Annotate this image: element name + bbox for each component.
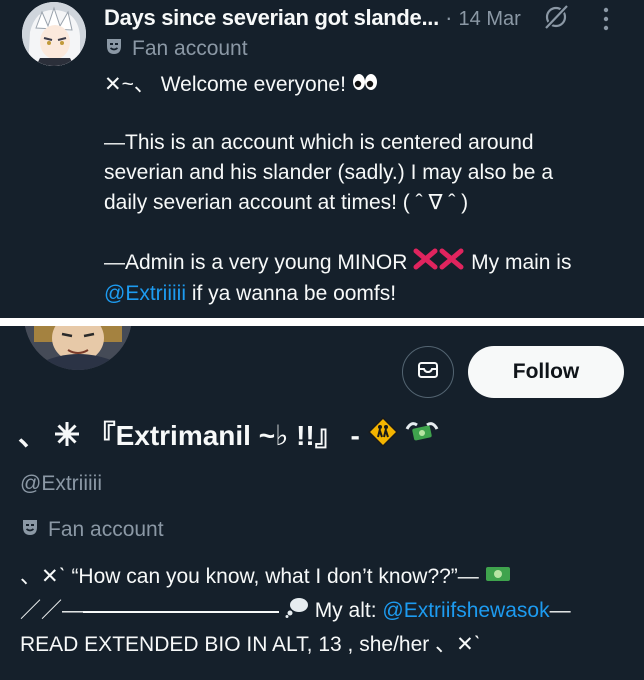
fan-account-post: Days since severian got slande... · 14 M… [0,0,644,318]
bio-rule [83,610,279,613]
admin-minor-text: —Admin is a very young MINOR [104,251,408,275]
alt-account-mention[interactable]: @Extriifshewasok [382,599,549,622]
paragraph-1-line-2: severian and his slander (sadly.) I may … [104,161,553,184]
paragraph-2-line-2: @Extriiiii if ya wanna be oomfs! [104,279,614,309]
welcome-text: Welcome everyone! [160,73,346,96]
fan-account-text: Fan account [132,37,248,60]
children-crossing-emoji [367,417,398,458]
more-vertical-icon[interactable] [600,6,612,32]
post-author-avatar[interactable] [22,2,86,66]
envelope-icon [416,358,440,387]
profile-display-name: 、 『Extrimanil ~♭ !!』 - [18,416,628,458]
profile-fan-account-label: Fan account [20,517,164,543]
profile-handle: @Extriiiii [20,472,102,495]
cross-mark-emoji [413,248,465,279]
post-display-name[interactable]: Days since severian got slande... [104,5,439,30]
eyes-emoji [352,70,378,100]
theater-masks-icon [104,36,124,62]
fan-account-label: Fan account [104,36,248,62]
sparkle-emoji [54,418,80,458]
post-paragraph-2: —Admin is a very young MINOR My main is … [104,248,614,309]
bio-line-1-prefix: 、✕ˋ [20,565,72,588]
bio-line-3: READ EXTENDED BIO IN ALT, 13 , she/her 、… [20,633,481,656]
oomfs-text: if ya wanna be oomfs! [185,282,397,305]
main-account-mention[interactable]: @Extriiiii [104,282,186,305]
profile-fan-account-text: Fan account [48,518,164,541]
bio-alt-label: My alt: [314,599,377,623]
bio-line-2-prefix: ／／— [20,599,83,623]
profile-header: Follow 、 『Extrimanil ~♭ !!』 - @Extriiiii… [0,326,644,680]
paragraph-1-line-1: —This is an account which is centered ar… [104,131,534,154]
post-date[interactable]: 14 Mar [459,8,521,30]
money-with-wings-emoji [405,417,439,458]
welcome-prefix: ✕~、 [104,73,155,96]
main-account-text: My main is [471,251,572,275]
paragraph-2-line-1: —Admin is a very young MINOR My main is [104,248,614,279]
bio-line-2: ／／— My alt: @Extriifshewasok— [20,596,630,627]
paragraph-1-line-3: daily severian account at times! ( ˆ ∇ ˆ… [104,191,469,214]
name-prefix: 、 [18,420,47,451]
follow-button[interactable]: Follow [468,346,624,398]
bio-line-1: 、✕ˋ “How can you know, what I don’t know… [20,562,630,592]
profile-avatar[interactable] [24,326,132,370]
thought-balloon-emoji [285,596,309,627]
grok-icon[interactable] [543,4,569,30]
bio-quote: “How can you know, what I don’t know??”— [71,565,479,588]
theater-masks-icon [20,517,40,543]
message-button[interactable] [402,346,454,398]
dollar-banknote-emoji [485,562,511,592]
separator-dot: · [445,5,453,30]
post-paragraph-1: —This is an account which is centered ar… [104,128,614,218]
post-welcome-line: ✕~、 Welcome everyone! [104,70,614,100]
bio-line-2-suffix: — [549,599,571,623]
name-main: 『Extrimanil ~♭ !!』 - [87,420,360,451]
post-header: Days since severian got slande... · 14 M… [104,2,544,34]
